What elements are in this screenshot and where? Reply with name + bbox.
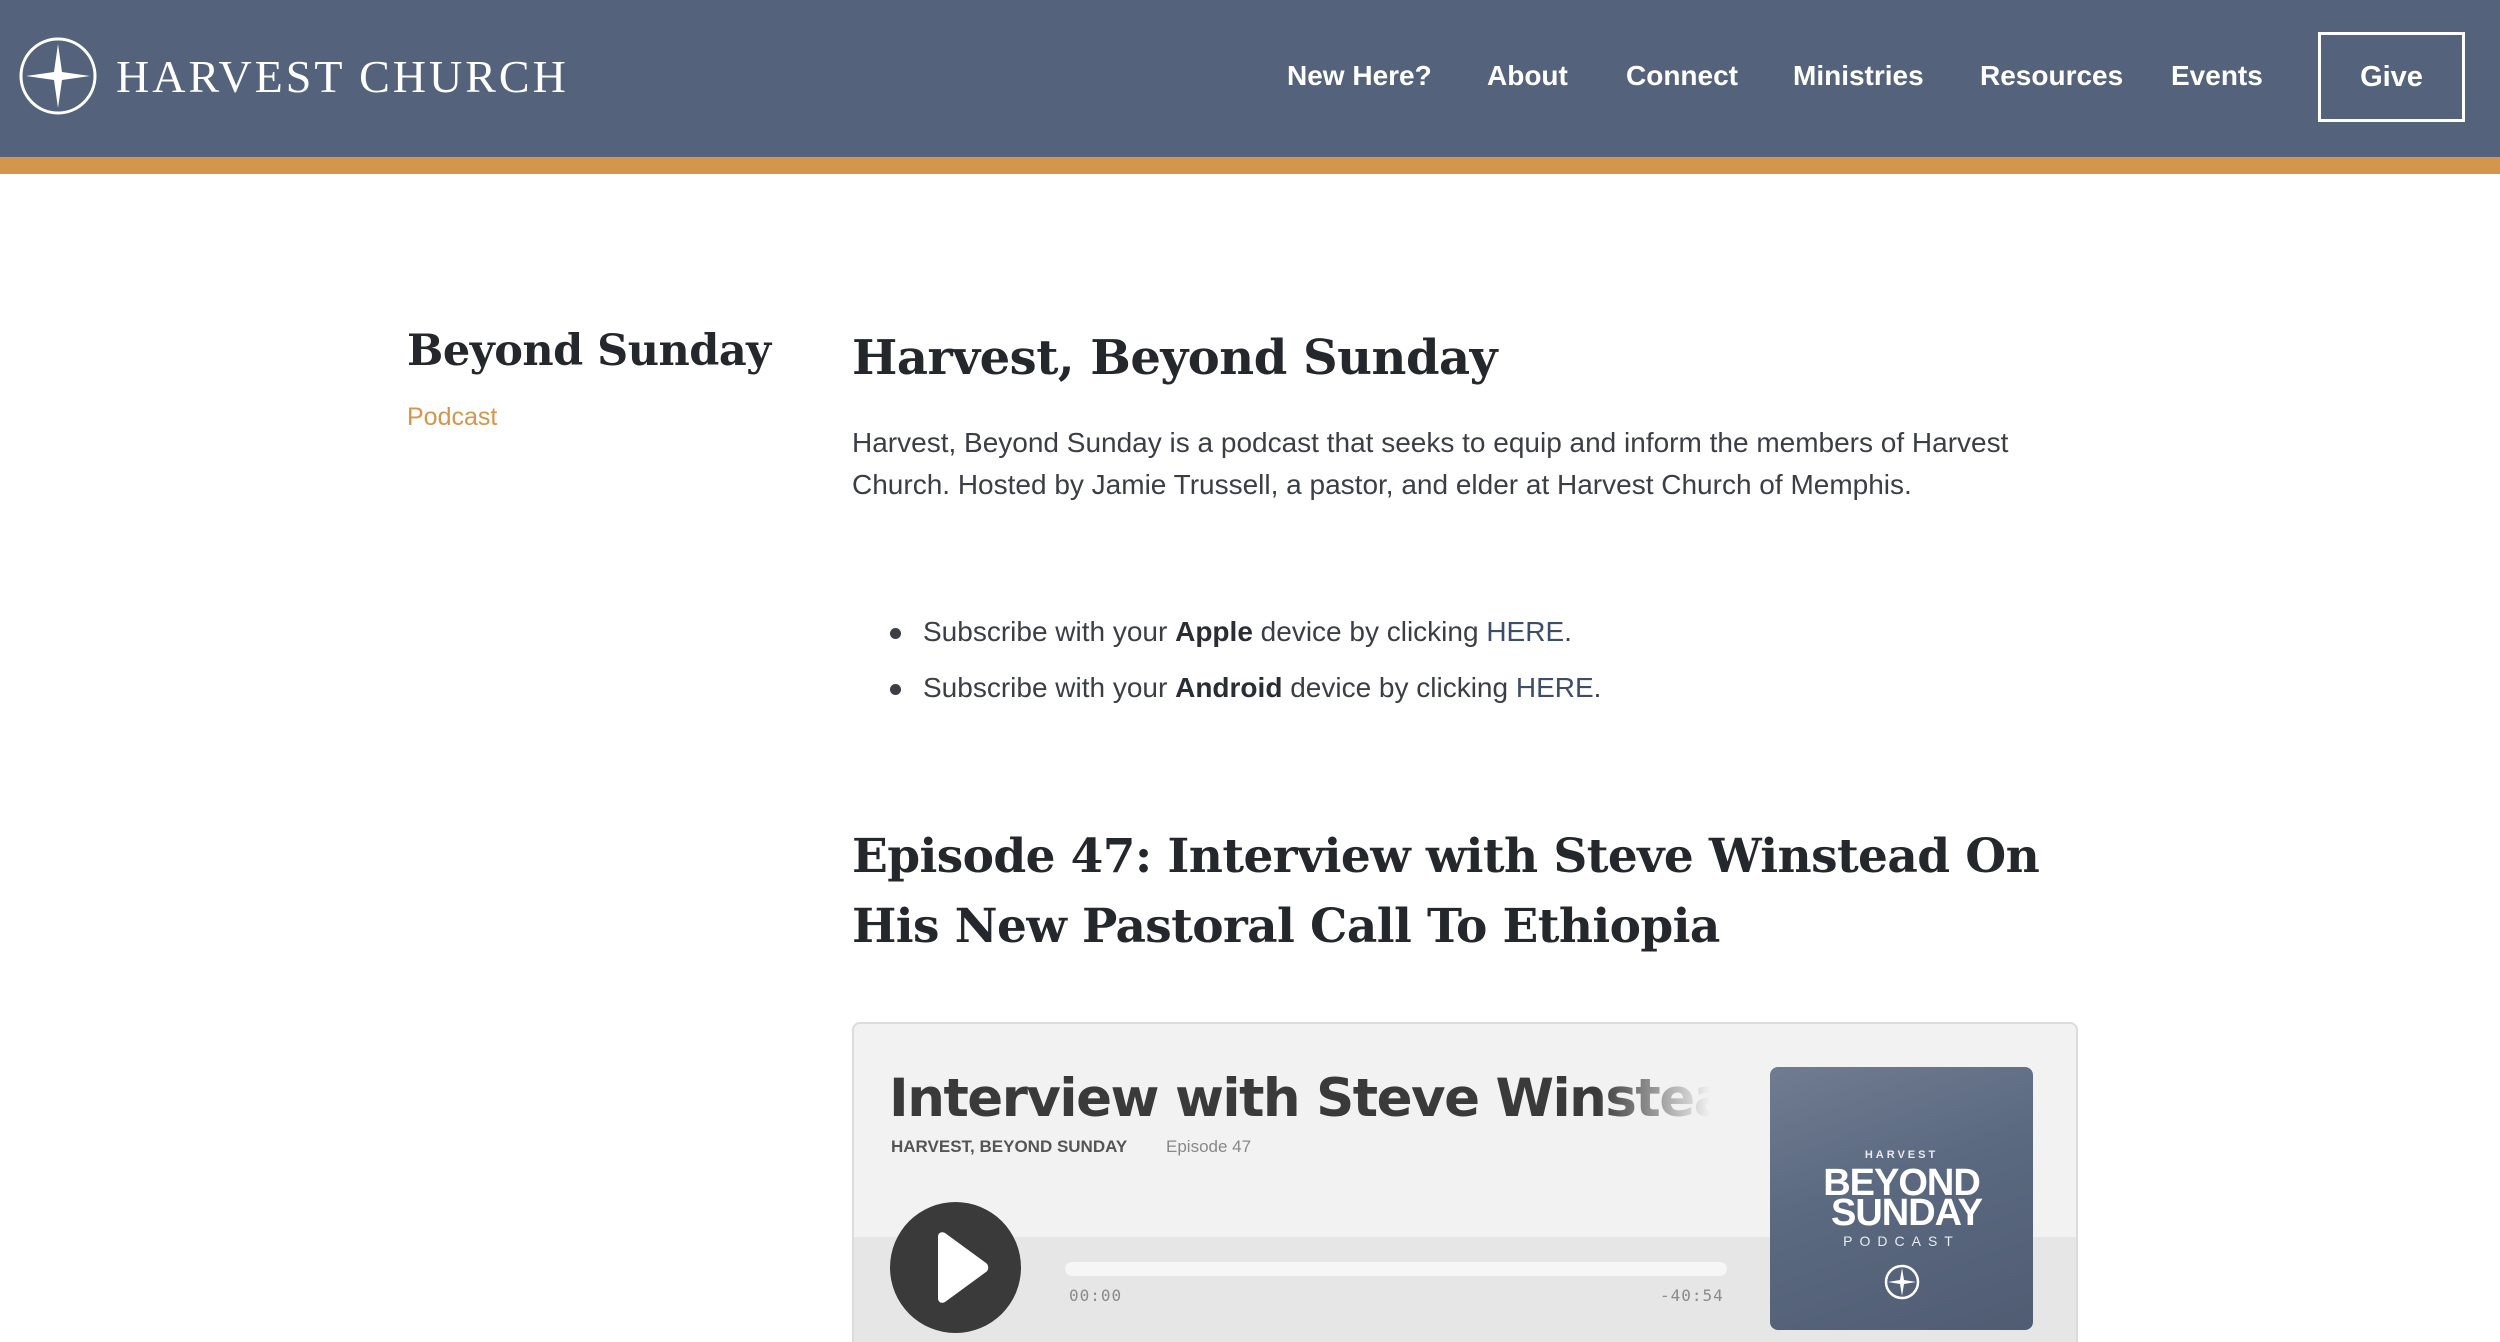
site-logo[interactable]: HARVEST CHURCH [18, 36, 569, 116]
cover-small-text: HARVEST [1864, 1149, 1939, 1161]
subscribe-list: Subscribe with your Apple device by clic… [852, 604, 2052, 716]
page-title: Harvest, Beyond Sunday [852, 330, 1498, 386]
player-show-name: HARVEST, BEYOND SUNDAY [891, 1137, 1128, 1156]
time-remaining: -40:54 [1660, 1286, 1724, 1305]
punctuation: . [1564, 616, 1572, 647]
give-button[interactable]: Give [2318, 32, 2465, 122]
cover-podcast-text: PODCAST [1843, 1233, 1960, 1249]
nav-resources[interactable]: Resources [1980, 60, 2123, 92]
device-name: Apple [1175, 616, 1253, 647]
list-item: Subscribe with your Android device by cl… [852, 660, 2052, 716]
site-name: HARVEST CHURCH [116, 50, 569, 102]
nav-events[interactable]: Events [2171, 60, 2263, 92]
episode-title: Episode 47: Interview with Steve Winstea… [852, 829, 2040, 954]
nav-connect[interactable]: Connect [1626, 60, 1738, 92]
apple-subscribe-link[interactable]: HERE [1486, 616, 1564, 647]
player-title-marquee: Interview with Steve Winstead On His New… [889, 1068, 1717, 1138]
subscribe-text: Subscribe with your [923, 672, 1176, 703]
subscribe-text: device by clicking [1252, 616, 1487, 647]
nav-new-here[interactable]: New Here? [1287, 60, 1432, 92]
header-accent-stripe [0, 157, 2500, 174]
play-icon [938, 1232, 989, 1303]
cross-icon [1884, 1264, 1920, 1300]
podcast-cover-art: HARVEST BEYOND SUNDAY PODCAST [1770, 1067, 2033, 1330]
subscribe-text: Subscribe with your [923, 616, 1176, 647]
play-button[interactable] [890, 1202, 1021, 1333]
site-header: HARVEST CHURCH New Here? About Connect M… [0, 0, 2500, 157]
progress-bar[interactable] [1065, 1262, 1727, 1276]
podcast-description: Harvest, Beyond Sunday is a podcast that… [852, 427, 2009, 500]
sidebar-title: Beyond Sunday [407, 326, 771, 376]
player-episode-title: Interview with Steve Winstead On His New… [889, 1068, 1717, 1129]
title-fade [1597, 1068, 1717, 1138]
cross-logo-icon [19, 37, 97, 115]
subscribe-text: device by clicking [1282, 672, 1516, 703]
nav-about[interactable]: About [1487, 60, 1568, 92]
sidebar-subtitle-link[interactable]: Podcast [407, 403, 497, 432]
device-name: Android [1175, 672, 1283, 703]
time-elapsed: 00:00 [1069, 1286, 1123, 1305]
android-subscribe-link[interactable]: HERE [1516, 672, 1594, 703]
podcast-player: Interview with Steve Winstead On His New… [852, 1022, 2078, 1342]
cover-line-2: SUNDAY [1831, 1192, 1983, 1234]
player-episode-number: Episode 47 [1166, 1137, 1252, 1156]
punctuation: . [1593, 672, 1602, 703]
list-item: Subscribe with your Apple device by clic… [852, 604, 2052, 660]
nav-ministries[interactable]: Ministries [1793, 60, 1924, 92]
